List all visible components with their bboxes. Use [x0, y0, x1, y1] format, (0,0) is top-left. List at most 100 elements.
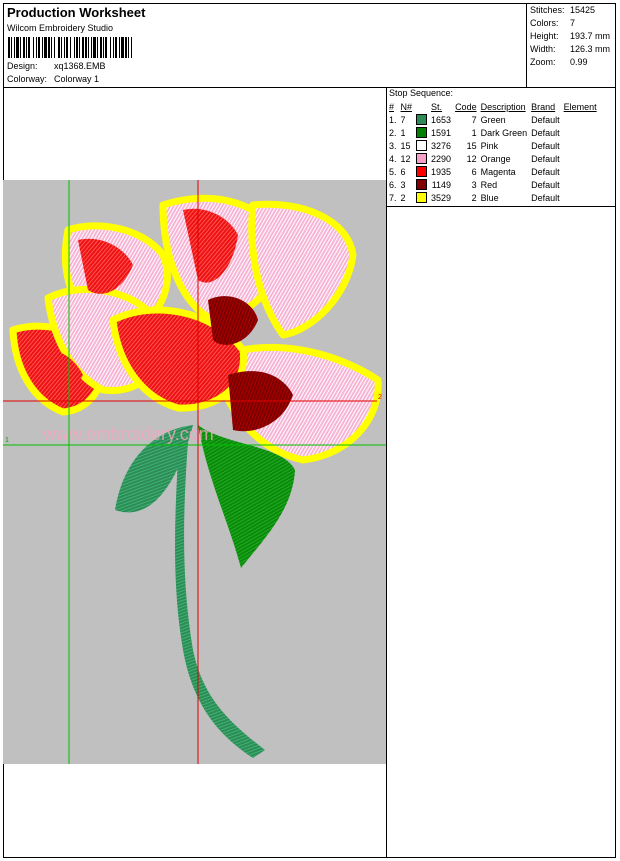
stop-element — [562, 191, 599, 204]
col-stitches: St. — [431, 101, 443, 112]
color-swatch — [416, 192, 428, 204]
page-title: Production Worksheet — [7, 5, 146, 20]
stop-stitches: 3529 — [431, 192, 452, 203]
stop-num: 2. — [389, 127, 397, 138]
table-row: 7. 2 3529 2 Blue Default — [387, 191, 599, 204]
stop-stitches: 2290 — [431, 153, 452, 164]
col-element: Element — [563, 101, 597, 112]
table-row: 1. 7 1653 7 Green Default — [387, 113, 599, 126]
stop-num: 6. — [389, 179, 397, 190]
stop-needle: 7 — [400, 114, 406, 125]
color-swatch — [416, 153, 428, 165]
colorway-row: Colorway: Colorway 1 — [7, 74, 99, 84]
stop-description: Red — [480, 179, 498, 190]
col-description: Description — [480, 101, 526, 112]
stat-value: 193.7 mm — [570, 31, 611, 41]
stop-sequence-table: # N# St. Code Description Brand Element … — [387, 100, 599, 204]
stop-sequence-title: Stop Sequence: — [389, 88, 454, 98]
table-row: 2. 1 1591 1 Dark Green Default — [387, 126, 599, 139]
marker-1: 1 — [5, 437, 9, 444]
table-row: 3. 15 3276 15 Pink Default — [387, 139, 599, 152]
stop-swatch — [414, 191, 429, 204]
stop-code: 3 — [471, 179, 477, 190]
stop-element — [562, 126, 599, 139]
stop-stitches: 3276 — [431, 140, 452, 151]
petal-far-right — [248, 200, 357, 339]
colorway-label: Colorway: — [7, 74, 48, 84]
stop-needle: 2 — [400, 192, 406, 203]
software-name: Wilcom Embroidery Studio — [7, 23, 114, 33]
stat-value: 15425 — [570, 5, 596, 15]
stat-label: Colors: — [530, 18, 559, 28]
stop-description: Green — [480, 114, 506, 125]
stop-swatch — [414, 126, 429, 139]
col-brand: Brand — [531, 101, 556, 112]
stop-stitches: 1653 — [431, 114, 452, 125]
color-swatch — [416, 179, 428, 191]
stop-needle: 3 — [400, 179, 406, 190]
barcode-icon — [8, 37, 132, 58]
colorway-value: Colorway 1 — [54, 74, 100, 84]
stop-needle: 12 — [400, 153, 411, 164]
stop-description: Dark Green — [480, 127, 528, 138]
stop-element — [562, 113, 599, 126]
col-swatch — [414, 100, 429, 113]
marker-2: 2 — [378, 394, 382, 401]
stop-brand: Default — [531, 179, 560, 190]
stat-value: 7 — [570, 18, 576, 28]
stat-zoom: Zoom: 0.99 — [530, 57, 614, 70]
stop-brand: Default — [531, 153, 560, 164]
stat-stitches: Stitches: 15425 — [530, 5, 614, 18]
stop-stitches: 1149 — [431, 179, 452, 190]
stop-description: Magenta — [480, 166, 516, 177]
watermark-text: www.embroidery.com — [42, 424, 214, 444]
stat-value: 126.3 mm — [570, 44, 611, 54]
stop-stitches: 1935 — [431, 166, 452, 177]
color-swatch — [416, 140, 428, 152]
stop-num: 4. — [389, 153, 397, 164]
stop-code: 2 — [471, 192, 477, 203]
stat-height: Height: 193.7 mm — [530, 31, 614, 44]
stat-width: Width: 126.3 mm — [530, 44, 614, 57]
stop-description: Orange — [480, 153, 511, 164]
color-swatch — [416, 114, 428, 126]
stop-element — [562, 178, 599, 191]
color-swatch — [416, 166, 428, 178]
table-row: 5. 6 1935 6 Magenta Default — [387, 165, 599, 178]
stop-num: 5. — [389, 166, 397, 177]
table-row: 6. 3 1149 3 Red Default — [387, 178, 599, 191]
stop-swatch — [414, 178, 429, 191]
stop-swatch — [414, 165, 429, 178]
stop-stitches: 1591 — [431, 127, 452, 138]
stop-num: 1. — [389, 114, 397, 125]
stop-sequence-divider — [386, 206, 616, 207]
stop-needle: 1 — [400, 127, 406, 138]
header-divider — [3, 87, 616, 88]
stop-code: 1 — [471, 127, 477, 138]
table-row: 4. 12 2290 12 Orange Default — [387, 152, 599, 165]
col-num: # — [389, 101, 395, 112]
stop-brand: Default — [531, 127, 560, 138]
embroidery-design-preview: www.embroidery.com 2 1 — [3, 180, 386, 764]
design-label: Design: — [7, 61, 38, 71]
stop-element — [562, 152, 599, 165]
stop-code: 6 — [471, 166, 477, 177]
stat-value: 0.99 — [570, 57, 588, 67]
stop-brand: Default — [531, 192, 560, 203]
stop-brand: Default — [531, 166, 560, 177]
design-row: Design: xq1368.EMB — [7, 61, 106, 71]
table-header-row: # N# St. Code Description Brand Element — [387, 100, 599, 113]
col-n: N# — [400, 101, 413, 112]
stop-needle: 15 — [400, 140, 411, 151]
stats-panel: Stitches: 15425 Colors: 7 Height: 193.7 mm … — [530, 5, 614, 70]
stats-divider — [526, 3, 527, 87]
stat-label: Zoom: — [530, 57, 556, 67]
stop-needle: 6 — [400, 166, 406, 177]
stat-label: Stitches: — [530, 5, 565, 15]
stop-element — [562, 165, 599, 178]
stop-brand: Default — [531, 114, 560, 125]
stat-label: Height: — [530, 31, 559, 41]
col-code: Code — [455, 101, 477, 112]
stat-colors: Colors: 7 — [530, 18, 614, 31]
stop-swatch — [414, 113, 429, 126]
